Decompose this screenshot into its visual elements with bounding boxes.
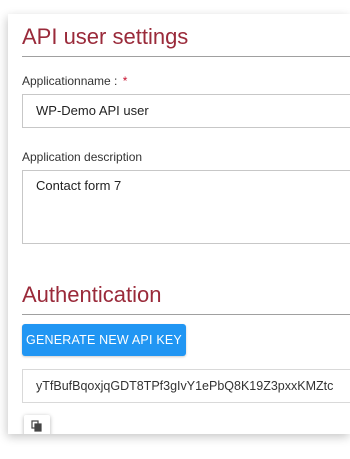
application-name-input[interactable]: WP-Demo API user: [22, 94, 350, 128]
api-key-field[interactable]: yTfBufBqoxjqGDT8TPf3gIvY1ePbQ8K19Z3pxxKM…: [22, 369, 350, 403]
application-description-label: Application description: [22, 150, 143, 164]
application-name-label: Applicationname : *: [22, 74, 127, 88]
section-title-authentication: Authentication: [22, 282, 162, 307]
page: API user settings Applicationname : * WP…: [0, 0, 350, 459]
copy-icon: [31, 420, 43, 432]
application-name-label-text: Applicationname :: [22, 74, 118, 88]
application-description-textarea[interactable]: Contact form 7: [22, 170, 350, 244]
divider: [22, 314, 350, 315]
generate-api-key-button[interactable]: GENERATE NEW API KEY: [22, 324, 186, 356]
section-title-api-user-settings: API user settings: [22, 24, 189, 49]
copy-api-key-button[interactable]: [24, 415, 50, 434]
api-user-settings-panel: API user settings Applicationname : * WP…: [8, 14, 350, 434]
divider: [22, 56, 350, 57]
required-marker: *: [122, 74, 128, 88]
